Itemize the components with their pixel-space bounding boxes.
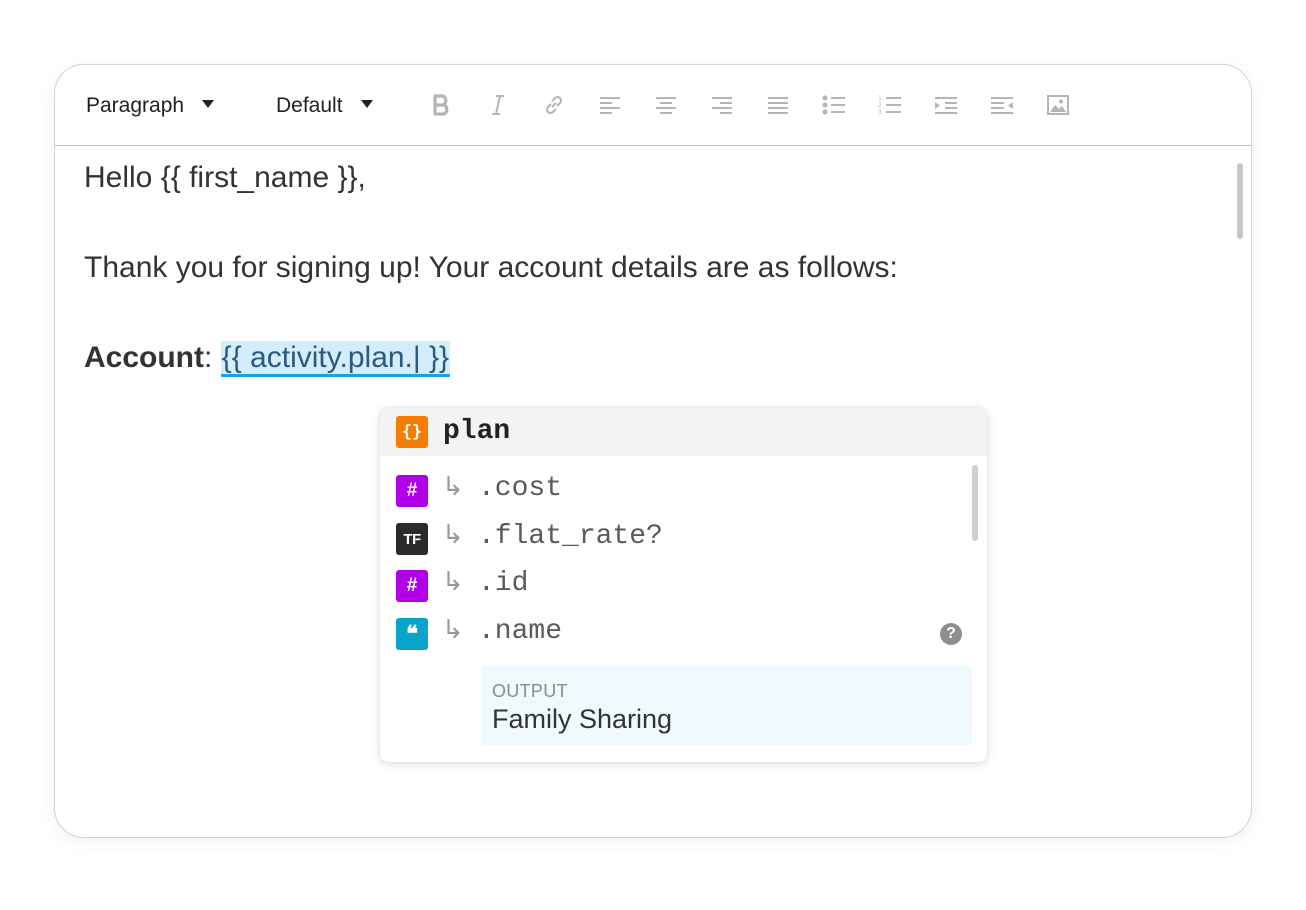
bold-button[interactable] — [427, 90, 457, 120]
nested-arrow-icon: ↳ — [442, 472, 464, 502]
autocomplete-item-cost[interactable]: # ↳ .cost — [380, 467, 970, 513]
greeting-line: Hello {{ first_name }}, — [84, 161, 366, 194]
indent-icon — [935, 97, 957, 114]
autocomplete-item-flat-rate[interactable]: TF ↳ .flat_rate? — [380, 515, 970, 561]
svg-text:1: 1 — [878, 95, 882, 102]
numbered-list-button[interactable]: 1 2 3 — [875, 90, 905, 120]
numbered-list-icon: 1 2 3 — [878, 95, 901, 116]
autocomplete-popup: {} plan # ↳ .cost TF ↳ .flat_rate? # ↳ .… — [380, 408, 987, 762]
boolean-type-icon: TF — [396, 523, 428, 555]
nested-arrow-icon: ↳ — [442, 520, 464, 550]
output-title: OUTPUT — [492, 681, 568, 701]
number-type-icon: # — [396, 475, 428, 507]
string-type-icon: ❝ — [396, 618, 428, 650]
align-center-button[interactable] — [651, 90, 681, 120]
autocomplete-scrollbar[interactable] — [972, 465, 978, 541]
autocomplete-header-label: plan — [443, 416, 511, 447]
align-center-icon — [656, 97, 676, 114]
account-separator: : — [204, 341, 221, 374]
italic-button[interactable] — [483, 90, 513, 120]
link-icon — [545, 95, 563, 115]
autocomplete-item-id[interactable]: # ↳ .id — [380, 562, 970, 608]
font-family-value: Default — [276, 94, 343, 117]
bulleted-list-icon — [822, 95, 845, 115]
autocomplete-item-label: .cost — [478, 473, 563, 504]
svg-text:3: 3 — [878, 109, 882, 116]
outdent-button[interactable] — [987, 90, 1017, 120]
block-format-value: Paragraph — [86, 94, 185, 117]
bulleted-list-button[interactable] — [819, 90, 849, 120]
autocomplete-item-label: .flat_rate? — [478, 521, 663, 552]
body-line: Thank you for signing up! Your account d… — [84, 251, 898, 284]
align-right-button[interactable] — [707, 90, 737, 120]
editor-scrollbar[interactable] — [1237, 163, 1243, 239]
nested-arrow-icon: ↳ — [442, 615, 464, 645]
curly-braces-icon: {} — [396, 416, 428, 448]
italic-icon — [492, 95, 504, 115]
align-left-button[interactable] — [595, 90, 625, 120]
account-label: Account — [84, 341, 204, 374]
chevron-down-icon — [202, 100, 215, 108]
output-preview: OUTPUT Family Sharing — [481, 666, 972, 745]
indent-button[interactable] — [931, 90, 961, 120]
autocomplete-item-label: .id — [478, 568, 529, 599]
align-right-icon — [712, 97, 732, 114]
output-value: Family Sharing — [492, 704, 673, 734]
link-button[interactable] — [539, 90, 569, 120]
align-left-icon — [600, 97, 620, 114]
outdent-icon — [991, 97, 1013, 114]
help-icon[interactable]: ? — [940, 623, 962, 645]
nested-arrow-icon: ↳ — [442, 567, 464, 597]
template-token[interactable]: {{ activity.plan.| }} — [220, 341, 451, 377]
autocomplete-item-label: .name — [478, 616, 563, 647]
editor-toolbar: Paragraph Default 1 2 3 — [55, 65, 1251, 146]
chevron-down-icon — [360, 100, 373, 108]
block-format-dropdown[interactable]: Paragraph — [86, 91, 215, 121]
align-justify-icon — [768, 97, 788, 114]
font-family-dropdown[interactable]: Default — [276, 91, 373, 121]
number-type-icon: # — [396, 570, 428, 602]
bold-icon — [433, 94, 449, 116]
autocomplete-header[interactable]: {} plan — [380, 408, 987, 456]
account-line: Account: {{ activity.plan.| }} — [84, 341, 451, 377]
autocomplete-item-name[interactable]: ❝ ↳ .name — [380, 610, 970, 656]
image-icon — [1047, 95, 1069, 115]
insert-image-button[interactable] — [1043, 90, 1073, 120]
align-justify-button[interactable] — [763, 90, 793, 120]
svg-text:2: 2 — [878, 102, 882, 109]
